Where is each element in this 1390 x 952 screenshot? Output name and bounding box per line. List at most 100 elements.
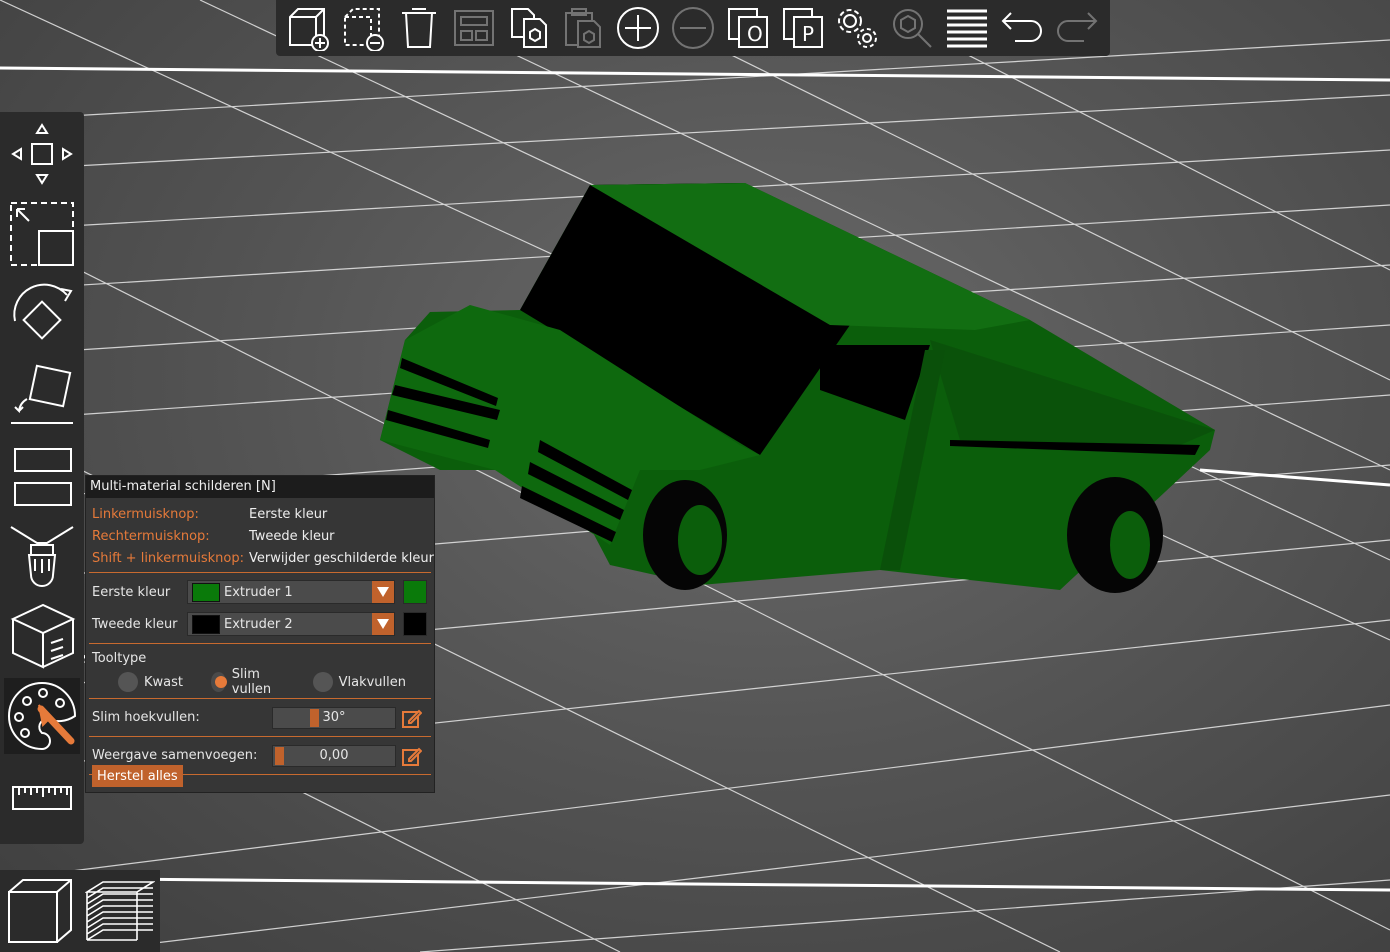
radio-button-selected[interactable] <box>211 672 227 692</box>
copy-button[interactable] <box>505 4 553 52</box>
second-color-select[interactable]: Extruder 2 <box>187 612 395 636</box>
hint-row-left-click: Linkermuisknop: Eerste kleur <box>86 503 434 525</box>
seam-merge-slider[interactable]: 0,00 <box>272 744 396 767</box>
cut-icon <box>14 448 72 506</box>
tooltype-label: Tooltype <box>92 650 147 666</box>
tooltype-bucket-fill-option[interactable]: Vlakvullen <box>312 672 406 692</box>
smart-fill-angle-label: Slim hoekvullen: <box>92 710 200 725</box>
tooltype-option-label: Kwast <box>144 674 183 690</box>
undo-button[interactable] <box>998 4 1046 52</box>
radio-button[interactable] <box>118 672 138 692</box>
cut-tool-button[interactable] <box>4 436 80 512</box>
panel-title: Multi-material schilderen [N] <box>86 476 434 498</box>
first-color-select[interactable]: Extruder 1 <box>187 580 395 604</box>
second-color-value: Extruder 2 <box>224 616 293 632</box>
pencil-icon <box>402 747 422 766</box>
remove-instance-button[interactable] <box>669 4 717 52</box>
cube-seam-icon <box>10 603 76 669</box>
slider-thumb[interactable] <box>275 746 284 765</box>
divider <box>89 643 431 644</box>
split-parts-button[interactable]: P <box>779 4 827 52</box>
edit-value-button[interactable] <box>400 745 424 767</box>
hint-row-right-click: Rechtermuisknop: Tweede kleur <box>86 525 434 547</box>
hint-row-shift-click: Shift + linkermuisknop: Verwijder geschi… <box>86 547 434 569</box>
arrange-icon <box>453 10 494 46</box>
mmu-paint-panel: Multi-material schilderen [N] Linkermuis… <box>85 475 435 793</box>
seam-paint-button[interactable] <box>4 596 80 672</box>
first-color-picker[interactable] <box>403 580 427 604</box>
svg-text:O: O <box>747 22 763 46</box>
radio-button[interactable] <box>312 672 333 692</box>
palette-icon <box>8 681 77 751</box>
paste-object-icon <box>565 8 602 48</box>
chevron-down-icon <box>372 613 394 635</box>
smart-fill-angle-slider[interactable]: 30° <box>272 706 396 729</box>
main-toolbar: O P <box>276 0 1110 56</box>
first-color-label: Eerste kleur <box>92 584 171 600</box>
brush-icon <box>10 526 74 587</box>
place-on-face-icon <box>11 364 73 424</box>
gear-icon <box>838 9 878 48</box>
remove-instance-icon <box>671 7 714 49</box>
second-color-picker[interactable] <box>403 612 427 636</box>
add-instance-icon <box>617 7 660 49</box>
scale-tool-button[interactable] <box>4 196 80 272</box>
search-icon <box>893 9 932 48</box>
move-icon <box>11 123 73 185</box>
reset-all-button[interactable]: Herstel alles <box>92 765 183 787</box>
divider <box>89 736 431 737</box>
color-swatch <box>192 614 220 634</box>
add-instance-button[interactable] <box>614 4 662 52</box>
cube-icon <box>8 879 72 943</box>
smart-fill-angle-row: Slim hoekvullen: 30° <box>86 702 434 733</box>
first-color-row: Eerste kleur Extruder 1 <box>86 576 434 608</box>
rotate-icon <box>13 283 73 340</box>
place-on-face-button[interactable] <box>4 356 80 432</box>
slider-thumb[interactable] <box>310 708 319 727</box>
split-parts-icon: P <box>782 8 823 48</box>
gizmo-toolbar <box>0 112 84 844</box>
second-color-label: Tweede kleur <box>92 616 178 632</box>
second-color-row: Tweede kleur Extruder 2 <box>86 608 434 640</box>
delete-icon <box>401 8 436 48</box>
layer-editing-button[interactable] <box>943 4 991 52</box>
tooltype-smart-fill-option[interactable]: Slim vullen <box>211 667 285 697</box>
measure-tool-button[interactable] <box>4 760 80 836</box>
redo-button[interactable] <box>1053 4 1101 52</box>
preview-button[interactable] <box>84 875 156 947</box>
tooltype-option-label: Slim vullen <box>231 667 272 697</box>
arrange-button[interactable] <box>450 4 498 52</box>
remove-object-button[interactable] <box>340 4 388 52</box>
first-color-value: Extruder 1 <box>224 584 293 600</box>
view-toolbar <box>0 870 160 952</box>
3d-view-button[interactable] <box>4 875 76 947</box>
mmu-paint-button[interactable] <box>4 678 80 754</box>
car-model[interactable] <box>380 183 1215 593</box>
hint-key: Linkermuisknop: <box>92 506 199 522</box>
tooltype-brush-option[interactable]: Kwast <box>118 672 183 692</box>
seam-merge-value: 0,00 <box>319 748 349 763</box>
split-objects-button[interactable]: O <box>724 4 772 52</box>
smart-fill-angle-value: 30° <box>322 710 346 725</box>
layer-editing-icon <box>946 9 987 48</box>
add-object-button[interactable] <box>285 4 333 52</box>
redo-icon <box>1056 12 1097 42</box>
settings-button[interactable] <box>833 4 881 52</box>
hint-value: Verwijder geschilderde kleur <box>249 550 434 566</box>
paste-button[interactable] <box>559 4 607 52</box>
support-paint-button[interactable] <box>4 516 80 592</box>
undo-icon <box>1001 12 1042 42</box>
delete-all-button[interactable] <box>395 4 443 52</box>
hint-value: Tweede kleur <box>249 528 335 544</box>
add-object-icon <box>289 8 330 51</box>
chevron-down-icon <box>372 581 394 603</box>
edit-value-button[interactable] <box>400 707 424 729</box>
pencil-icon <box>402 709 422 728</box>
move-tool-button[interactable] <box>4 116 80 192</box>
color-swatch <box>192 582 220 602</box>
hint-value: Eerste kleur <box>249 506 328 522</box>
search-button[interactable] <box>888 4 936 52</box>
rotate-tool-button[interactable] <box>4 276 80 352</box>
hint-key: Shift + linkermuisknop: <box>92 550 244 566</box>
remove-object-icon <box>344 8 385 51</box>
